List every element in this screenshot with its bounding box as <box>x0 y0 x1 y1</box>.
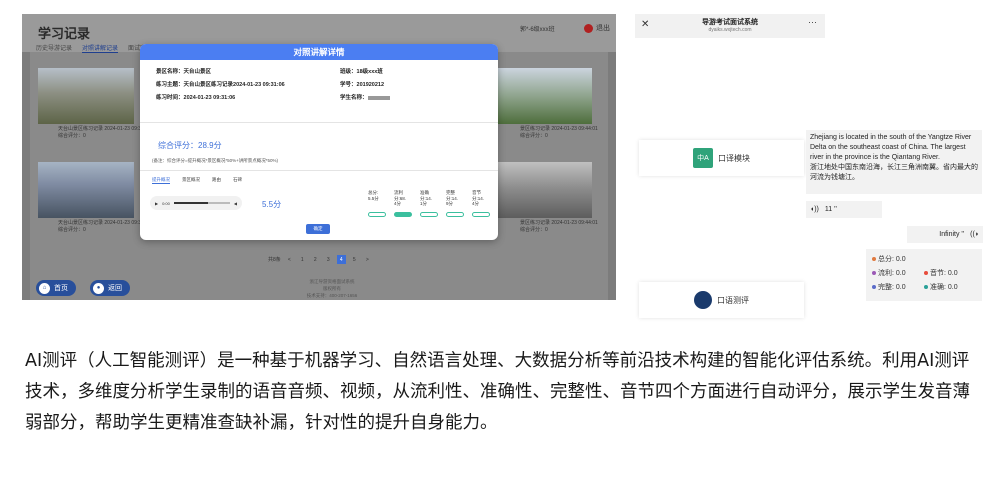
pager-page[interactable]: 5 <box>350 255 359 264</box>
record-caption: 天台山景区练习记录 2024-01-23 09:31:06 综合评分：0 <box>58 220 151 233</box>
toggle-total[interactable] <box>368 212 386 217</box>
toggle-syllable[interactable] <box>472 212 490 217</box>
audio-score: 5.5分 <box>262 200 282 209</box>
tab-scenic[interactable]: 景区概况 <box>182 177 200 184</box>
score-complete: 完整: 0.0 <box>872 282 906 292</box>
score-note: (备注：综合评分=提升概况*景区概况*50%+讲所景点概况*50%) <box>152 158 279 163</box>
pager-total: 共8条 <box>268 257 281 263</box>
progress-bar[interactable] <box>173 202 230 204</box>
audio-wave-icon: ((◗ <box>970 231 979 238</box>
divider <box>140 170 498 171</box>
subscore-total: 总分: 5.5分 <box>368 190 379 201</box>
pager-page[interactable]: 3 <box>324 255 333 264</box>
mobile-header: ✕ 导游考试面试系统 dyaiks.wxjtech.com ··· <box>635 14 825 38</box>
module-label: 口语测评 <box>717 295 749 305</box>
toggle-fluency[interactable] <box>394 212 412 217</box>
page-title: 学习记录 <box>38 26 91 41</box>
footer: 浙江导游资格面试系统 版权所有 技术支持：400-207-1656 <box>306 279 358 298</box>
pagination: 共8条 < 1 2 3 4 5 > <box>268 255 372 264</box>
detail-modal: 对照讲解详情 景区名称：天台山景区 练习主题：天台山景区练习记录2024-01-… <box>140 44 498 240</box>
power-icon <box>584 23 593 33</box>
logout-button[interactable]: 退出 <box>584 23 610 33</box>
speaking-head-icon <box>694 291 712 309</box>
record-thumbnail[interactable] <box>496 68 592 124</box>
record-thumbnail[interactable] <box>38 68 134 124</box>
player-time: 0:00 <box>162 200 170 206</box>
toggle-accuracy[interactable] <box>420 212 438 217</box>
record-caption: 景区练习记录 2024-01-23 09:44:01 综合评分：0 <box>520 126 598 139</box>
audio-player[interactable]: ▶ 0:00 ◀ <box>150 196 242 210</box>
divider <box>140 122 498 123</box>
score-accuracy: 准确: 0.0 <box>924 282 958 292</box>
user-label: 郭*-6级xxx班 <box>520 27 555 33</box>
tab-contrast[interactable]: 对照讲解记录 <box>82 43 119 53</box>
modal-tabs: 提升概况 景区概况 路由 石碑 <box>152 177 242 184</box>
pager-page[interactable]: 1 <box>298 255 307 264</box>
modal-title: 对照讲解详情 <box>140 44 498 60</box>
score-syllable: 音节: 0.0 <box>924 268 958 278</box>
description-paragraph: AI测评（人工智能测评）是一种基于机器学习、自然语言处理、大数据分析等前沿技术构… <box>25 351 970 433</box>
mobile-title: 导游考试面试系统 <box>702 19 758 26</box>
overall-score: 综合评分：28.9分 <box>158 141 222 150</box>
home-button[interactable]: ⌂ 首页 <box>36 280 76 296</box>
app-screenshot: 学习记录 郭*-6级xxx班 退出 历史导游记录 对照讲解记录 面试实训记录 天… <box>22 14 616 300</box>
score-total: 总分: 0.0 <box>872 254 906 264</box>
tab-route[interactable]: 路由 <box>212 177 221 184</box>
confirm-button[interactable]: 确定 <box>306 224 330 234</box>
info-right: 班级：18级xxx班 学号：201920212 学生名称： <box>340 66 390 105</box>
bubble-chinese: 浙江地处中国东南沿海，长江三角洲南翼。省内最大的河流为钱塘江。 <box>810 164 978 181</box>
blurred-name <box>367 95 390 100</box>
oral-assessment-card[interactable]: 口语测评 <box>639 282 804 318</box>
score-fluency: 流利: 0.0 <box>872 268 906 278</box>
voice-message[interactable]: Infinity '' ((◗ <box>907 226 983 243</box>
record-caption: 天台山景区练习记录 2024-01-23 09:31:06 综合评分：0 <box>58 126 151 139</box>
score-card: 总分: 0.0 流利: 0.0 音节: 0.0 完整: 0.0 准确: 0.0 <box>866 249 982 301</box>
record-thumbnail[interactable] <box>38 162 134 218</box>
tab-stele[interactable]: 石碑 <box>233 177 242 184</box>
subscore-complete: 完整分:14. 9分 <box>446 190 459 206</box>
logout-label: 退出 <box>596 25 610 32</box>
chat-bubble: Zhejiang is located in the south of the … <box>806 130 982 194</box>
toggle-complete[interactable] <box>446 212 464 217</box>
play-icon[interactable]: ▶ <box>155 201 158 206</box>
module-label: 口译模块 <box>718 153 750 163</box>
subscore-accuracy: 准确分:14. 1分 <box>420 190 433 206</box>
pager-prev[interactable]: < <box>285 255 294 264</box>
mobile-url: dyaiks.wxjtech.com <box>708 27 752 33</box>
tab-history[interactable]: 历史导游记录 <box>36 43 72 53</box>
translate-icon: 中A <box>693 148 713 168</box>
interpretation-module-card[interactable]: 中A 口译模块 <box>639 140 804 176</box>
back-button[interactable]: ● 返回 <box>90 280 130 296</box>
back-icon: ● <box>93 282 104 294</box>
pager-page-current[interactable]: 4 <box>336 255 346 264</box>
volume-icon[interactable]: ◀ <box>234 201 237 206</box>
subscore-syllable: 音节分:14. 4分 <box>472 190 485 206</box>
pager-next[interactable]: > <box>363 255 372 264</box>
subscore-fluency: 流利分:68. 4分 <box>394 190 407 206</box>
more-icon[interactable]: ··· <box>808 17 817 27</box>
pager-page[interactable]: 2 <box>311 255 320 264</box>
bubble-english: Zhejiang is located in the south of the … <box>810 134 972 161</box>
tab-improve[interactable]: 提升概况 <box>152 177 170 184</box>
record-caption: 景区练习记录 2024-01-23 09:44:01 综合评分：0 <box>520 220 598 233</box>
record-thumbnail[interactable] <box>496 162 592 218</box>
voice-message[interactable]: ◖)) 11 '' <box>806 201 882 218</box>
info-left: 景区名称：天台山景区 练习主题：天台山景区练习记录2024-01-23 09:3… <box>156 69 285 101</box>
home-icon: ⌂ <box>39 282 50 294</box>
audio-wave-icon: ◖)) <box>810 206 819 213</box>
